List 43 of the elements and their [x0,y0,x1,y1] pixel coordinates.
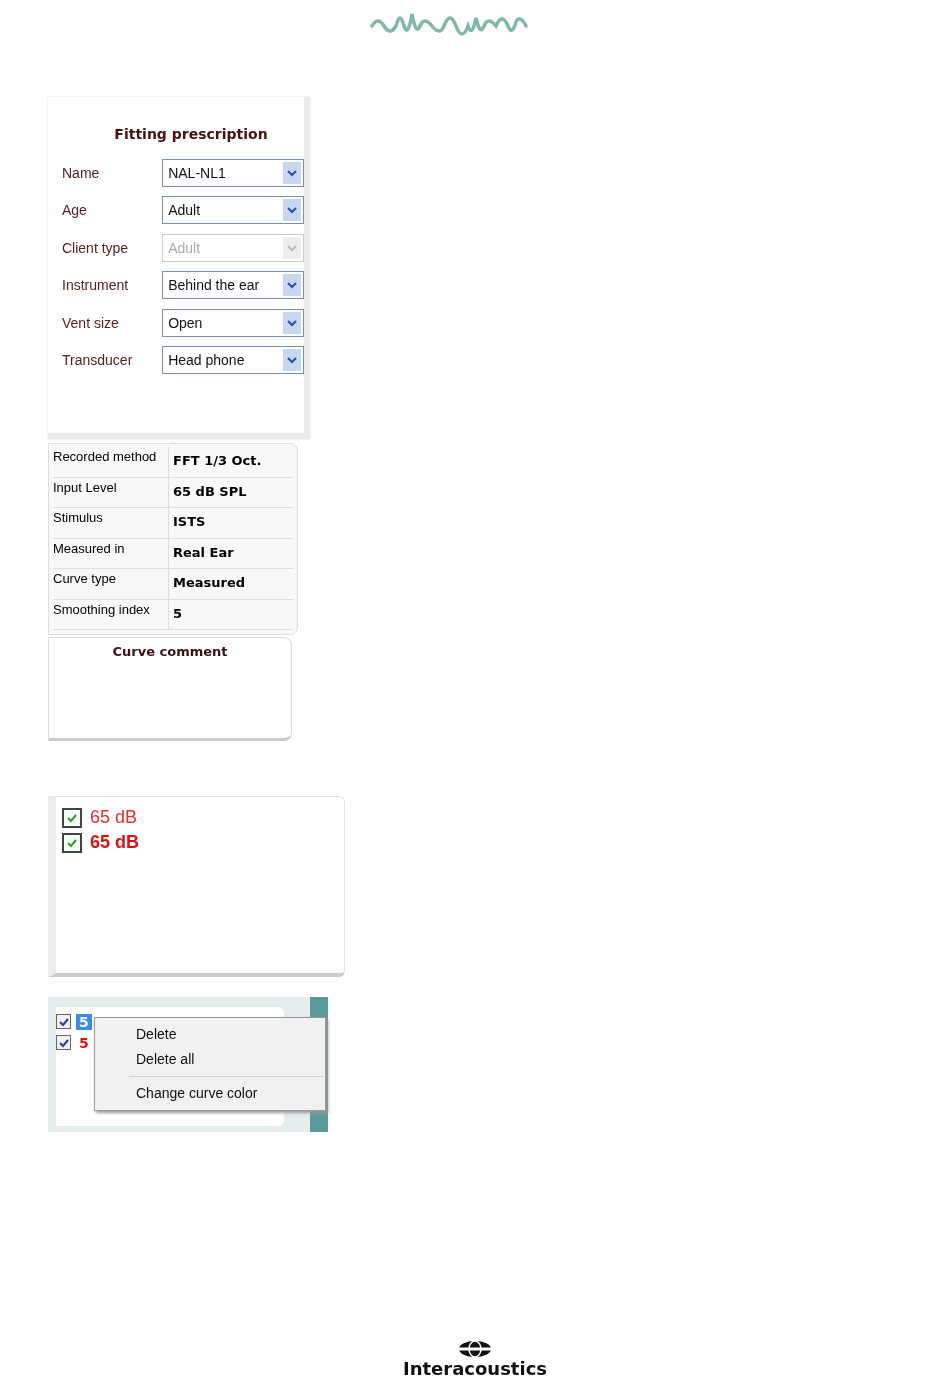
dropdown[interactable]: Open [162,308,304,337]
chevron-down-icon [283,236,301,259]
table-cell: Input Level [53,477,169,507]
panel-title: Fitting prescription [113,125,269,144]
table-cell-text: Measured [172,574,246,592]
chevron-down-icon [283,349,301,372]
table-cell-text: 65 dB SPL [172,482,247,501]
checkbox[interactable] [56,1014,71,1029]
field-label: Vent size [62,314,120,331]
table-cell: Measured in [53,538,169,568]
curve-label[interactable]: 5 [76,1034,92,1051]
menu-item[interactable]: Delete all [95,1047,325,1072]
dropdown[interactable]: Head phone [162,346,304,375]
curve-label[interactable]: 65 dB [90,807,138,828]
table-cell-text: FFT 1/3 Oct. [172,452,262,470]
field-label: Instrument [62,277,130,294]
table-cell: Stimulus [53,508,169,538]
menu-item[interactable]: Delete [95,1022,325,1047]
dropdown[interactable]: Adult [162,196,304,225]
checkbox[interactable] [62,832,82,853]
table-cell-text: 5 [172,604,183,623]
menu-item[interactable]: Change curve color [95,1081,325,1106]
dropdown[interactable]: Behind the ear [162,271,304,300]
curve-label[interactable]: 65 dB [90,832,140,853]
field-label: Client type [62,239,130,256]
field-label: Age [62,202,88,219]
chevron-down-icon [283,311,301,334]
chevron-down-icon [283,274,301,297]
chevron-down-icon [283,199,301,222]
checkbox[interactable] [62,807,82,828]
globe-logo-icon [457,1340,493,1358]
field-label: Name [62,164,101,181]
table-cell-text: Real Ear [172,543,234,562]
table-cell: Recorded method [53,447,169,477]
checkbox[interactable] [56,1035,71,1050]
table-cell: Curve type [53,569,169,599]
field-label: Transducer [62,352,134,369]
brand-name: Interacoustics [402,1358,548,1379]
table-cell-text: ISTS [172,513,206,531]
chevron-down-icon [283,161,301,184]
table-cell: Smoothing index [53,599,169,629]
dropdown[interactable]: NAL-NL1 [162,158,304,187]
panel-title: Curve comment [111,643,229,659]
